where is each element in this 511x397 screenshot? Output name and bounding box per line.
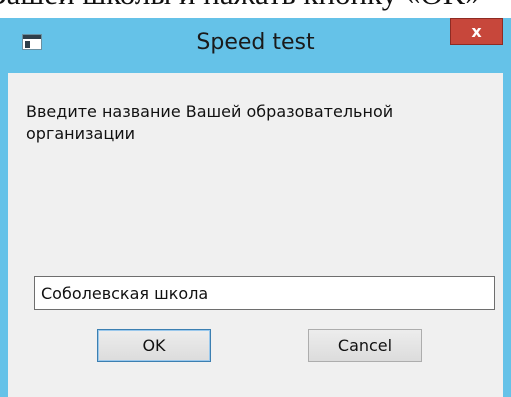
close-button[interactable]: x [450, 18, 503, 45]
window-title: Speed test [196, 30, 315, 55]
ok-button[interactable]: OK [97, 329, 211, 362]
background-text: Вашей школы и нажать кнопку «OK» [0, 0, 511, 9]
dialog-body: Введите название Вашей образовательной о… [8, 73, 503, 397]
prompt-label: Введите название Вашей образовательной о… [26, 102, 394, 143]
cancel-button[interactable]: Cancel [308, 329, 422, 362]
organization-name-input[interactable] [34, 276, 495, 310]
dialog-window: Speed test x Введите название Вашей обра… [0, 18, 511, 397]
title-bar[interactable]: Speed test x [0, 18, 511, 73]
close-icon: x [471, 21, 482, 41]
